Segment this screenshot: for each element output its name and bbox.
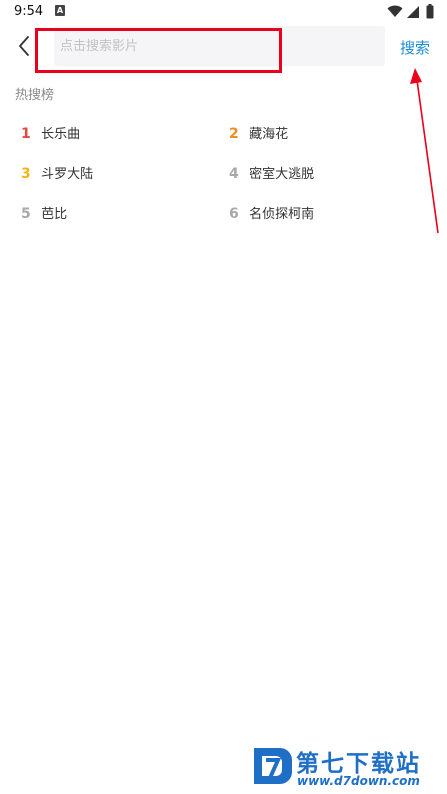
back-button[interactable] [14,33,38,61]
chevron-left-icon [19,36,29,56]
status-bar: 9:54 A [0,0,447,24]
watermark-url: www.d7down.com [297,774,420,788]
hot-label: 芭比 [41,207,68,222]
hot-item[interactable]: 2 藏海花 [229,123,288,145]
annotation-arrow-icon [410,68,439,234]
signal-icon [407,6,419,18]
hot-rank: 1 [21,126,31,142]
hot-label: 密室大逃脱 [249,167,315,182]
search-input[interactable] [60,26,370,66]
search-button[interactable]: 搜索 [400,37,430,58]
hot-rank: 2 [229,126,239,142]
search-page: 9:54 A 搜索 热搜榜 1 长乐曲 2 藏海花 3 斗罗大陆 [0,0,447,794]
battery-icon [426,4,434,19]
a-icon: A [55,5,65,16]
hot-item[interactable]: 6 名侦探柯南 [229,203,314,225]
hot-rank: 6 [229,206,239,222]
hot-item[interactable]: 3 斗罗大陆 [21,163,93,185]
hot-label: 长乐曲 [41,127,81,142]
hot-item[interactable]: 5 芭比 [21,203,67,225]
hot-search-title: 热搜榜 [15,88,55,103]
hot-item[interactable]: 1 长乐曲 [21,123,80,145]
search-box [54,26,385,66]
hot-label: 藏海花 [249,127,289,142]
wifi-icon [387,5,403,17]
watermark-title: 第七下载站 [296,751,421,777]
hot-label: 名侦探柯南 [249,207,315,222]
watermark: 第七下载站 www.d7down.com [250,742,445,794]
hot-item[interactable]: 4 密室大逃脱 [229,163,314,185]
hot-rank: 3 [21,166,31,182]
hot-rank: 5 [21,206,31,222]
status-time: 9:54 [14,4,44,19]
hot-label: 斗罗大陆 [41,167,94,182]
hot-rank: 4 [229,166,239,182]
d7down-logo-icon [254,748,292,784]
